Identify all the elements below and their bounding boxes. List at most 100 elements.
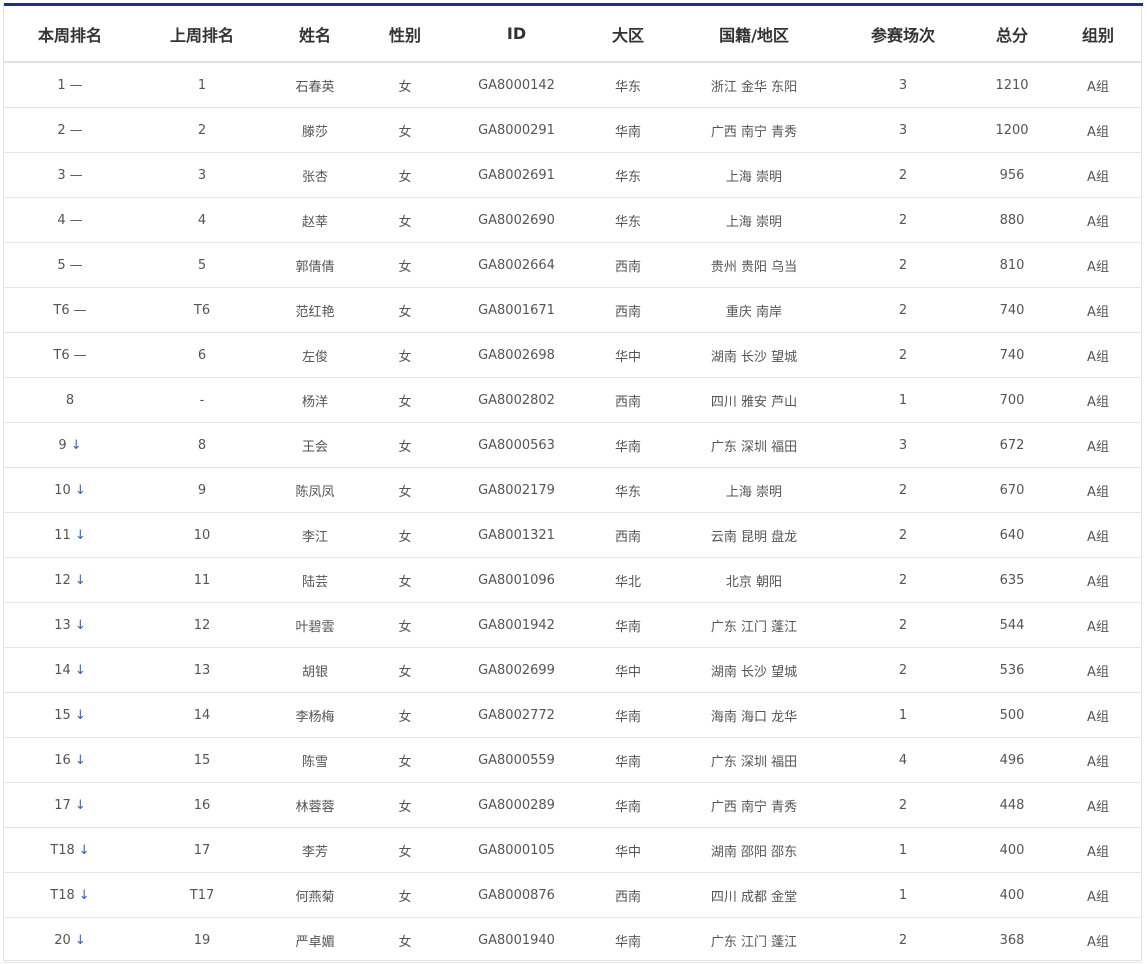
table-row[interactable]: 10 ↓ 9 陈凤凤 女 GA8002179 华东 上海 崇明 2 670 A组 [4, 467, 1141, 513]
cell-name-text: 李江 [301, 529, 328, 545]
cell-games: 2 [837, 242, 969, 288]
no-change-icon: — [73, 302, 87, 318]
cell-score: 956 [969, 152, 1055, 198]
table-row[interactable]: T6— T6 范红艳女 GA8001671 西南 重庆 南岸 2 740 A组 [4, 287, 1141, 333]
table-row[interactable]: 5—5 郭倩倩女 GA8002664 西南 贵州 贵阳 乌当 2 810 A组 [4, 242, 1141, 288]
table-row[interactable]: 16 ↓ 15 陈雪 女 GA8000559 华南 广东 深圳 福田 4 496 A组 [4, 737, 1141, 783]
header-last-week-rank[interactable]: 上周排名 [136, 6, 268, 63]
table-row[interactable]: 13 ↓ 12 叶碧雲 女 GA8001942 华南 广东 江门 蓬江 2 544 A组 [4, 602, 1141, 648]
cell-id: GA8002698 [448, 332, 585, 378]
down-arrow-icon: ↓ [78, 842, 90, 858]
cell-games-text: 1 [898, 707, 908, 723]
cell-score-text: 448 [999, 797, 1025, 813]
cell-last-week-rank: 16 [136, 782, 268, 828]
cell-this-week-rank-text: 11 [54, 527, 71, 543]
cell-score-text: 740 [999, 347, 1025, 363]
cell-location-text: 上海 崇明 [725, 484, 783, 500]
cell-id: GA8000291 [448, 107, 585, 153]
cell-this-week-rank: 2— [4, 107, 136, 153]
cell-region: 华北 [585, 557, 671, 603]
cell-this-week-rank: 13 ↓ [4, 602, 136, 648]
table-row[interactable]: T6— 6 左俊 女 GA8002698 华中 湖南 长沙 望城 2 740 A组 [4, 332, 1141, 378]
cell-location: 上海 崇明 [671, 467, 837, 513]
cell-region: 华南 [585, 737, 671, 783]
table-row[interactable]: 15 ↓ 14 李杨梅 女 GA8002772 华南 海南 海口 龙华 1 500 A组 [4, 692, 1141, 738]
cell-this-week-rank: 10 ↓ [4, 467, 136, 513]
cell-last-week-rank: 2 [136, 107, 268, 153]
table-row[interactable]: T18 ↓ 17 李芳 女 GA8000105 华中 湖南 邵阳 邵东 1 400 A组 [4, 827, 1141, 873]
table-row[interactable]: 17 ↓ 16 林蓉蓉 女 GA8000289 华南 广西 南宁 青秀 2 448 A组 [4, 782, 1141, 828]
cell-id: GA8000876 [448, 872, 585, 918]
header-name[interactable]: 姓名 [268, 6, 362, 63]
header-location[interactable]: 国籍/地区 [671, 6, 837, 63]
cell-id-text: GA8000142 [478, 77, 555, 93]
header-this-week-rank[interactable]: 本周排名 [4, 6, 136, 63]
cell-id-text: GA8002772 [478, 707, 555, 723]
cell-this-week-rank-text: 5 [57, 257, 66, 273]
table-row[interactable]: 8 - 杨洋 女 GA8002802 西南 四川 雅安 芦山 1 700 A组 [4, 377, 1141, 423]
table-row[interactable]: 11 ↓ 10 李江 女 GA8001321 西南 云南 昆明 盘龙 2 640 A组 [4, 512, 1141, 558]
table-row[interactable]: 12 ↓ 11 陆芸 女 GA8001096 华北 北京 朝阳 2 635 A组 [4, 557, 1141, 603]
cell-name: 陈雪 [268, 737, 362, 783]
cell-score: 670 [969, 467, 1055, 513]
cell-score: 672 [969, 422, 1055, 468]
table-row[interactable]: T18 ↓ T17 何燕菊 女 GA8000876 西南 四川 成都 金堂 1 400 A组 [4, 872, 1141, 918]
cell-id: GA8000559 [448, 737, 585, 783]
cell-this-week-rank-text: 15 [54, 707, 71, 723]
cell-group: A组 [1055, 332, 1141, 378]
cell-location: 湖南 长沙 望城 [671, 332, 837, 378]
header-region[interactable]: 大区 [585, 6, 671, 63]
cell-score-text: 1200 [995, 122, 1029, 138]
down-arrow-icon: ↓ [78, 887, 90, 903]
cell-games-text: 4 [898, 752, 908, 768]
cell-group: A组 [1055, 737, 1141, 783]
cell-id-text: GA8000563 [478, 437, 555, 453]
cell-region: 华中 [585, 827, 671, 873]
table-row[interactable]: 20 ↓ 19 严卓媚 女 GA8001940 华南 广东 江门 蓬江 2 368 A组 [4, 917, 1141, 963]
table-row[interactable]: 4—4 赵莘女 GA8002690 华东 上海 崇明 2 880 A组 [4, 197, 1141, 243]
cell-group: A组 [1055, 62, 1141, 108]
cell-games: 2 [837, 512, 969, 558]
cell-name-text: 李芳 [301, 844, 328, 860]
cell-id-text: GA8002691 [478, 167, 555, 183]
header-group[interactable]: 组别 [1055, 6, 1141, 63]
cell-this-week-rank: T18 ↓ [4, 872, 136, 918]
cell-name-text: 胡银 [301, 664, 328, 680]
table-row[interactable]: 14 ↓ 13 胡银 女 GA8002699 华中 湖南 长沙 望城 2 536 A组 [4, 647, 1141, 693]
header-score[interactable]: 总分 [969, 6, 1055, 63]
cell-last-week-rank-text: 9 [197, 482, 207, 498]
cell-games-text: 3 [898, 122, 908, 138]
table-row[interactable]: 3—3 张杏女 GA8002691 华东 上海 崇明 2 956 A组 [4, 152, 1141, 198]
cell-group-text: A组 [1087, 664, 1109, 680]
header-id[interactable]: ID [448, 6, 585, 63]
cell-games-text: 3 [898, 437, 908, 453]
cell-last-week-rank-text: 16 [193, 797, 211, 813]
table-row[interactable]: 2—2 滕莎女 GA8000291 华南 广西 南宁 青秀 3 1200 A组 [4, 107, 1141, 153]
cell-this-week-rank: T6— [4, 332, 136, 378]
cell-last-week-rank: 10 [136, 512, 268, 558]
cell-name: 叶碧雲 [268, 602, 362, 648]
cell-group: A组 [1055, 557, 1141, 603]
cell-this-week-rank: 3— [4, 152, 136, 198]
cell-games-text: 2 [898, 572, 908, 588]
header-games[interactable]: 参赛场次 [837, 6, 969, 63]
cell-name-text: 石春英 [295, 79, 335, 95]
cell-this-week-rank: 11 ↓ [4, 512, 136, 558]
cell-id-text: GA8000559 [478, 752, 555, 768]
cell-games: 3 [837, 107, 969, 153]
cell-games: 2 [837, 917, 969, 963]
cell-region: 华中 [585, 647, 671, 693]
cell-last-week-rank: 4 [136, 197, 268, 243]
cell-gender: 女 [362, 332, 448, 378]
down-arrow-icon: ↓ [74, 797, 86, 813]
cell-last-week-rank-text: 3 [197, 167, 207, 183]
table-row[interactable]: 9 ↓ 8 王会 女 GA8000563 华南 广东 深圳 福田 3 672 A组 [4, 422, 1141, 468]
header-gender[interactable]: 性别 [362, 6, 448, 63]
cell-last-week-rank: 6 [136, 332, 268, 378]
cell-name-text: 林蓉蓉 [295, 799, 335, 815]
cell-score: 536 [969, 647, 1055, 693]
cell-this-week-rank-text: T6 [53, 302, 70, 318]
cell-name-text: 范红艳 [295, 304, 335, 320]
cell-last-week-rank-text: 2 [197, 122, 207, 138]
table-row[interactable]: 1—1 石春英女 GA8000142 华东 浙江 金华 东阳 3 1210 A组 [4, 62, 1141, 108]
